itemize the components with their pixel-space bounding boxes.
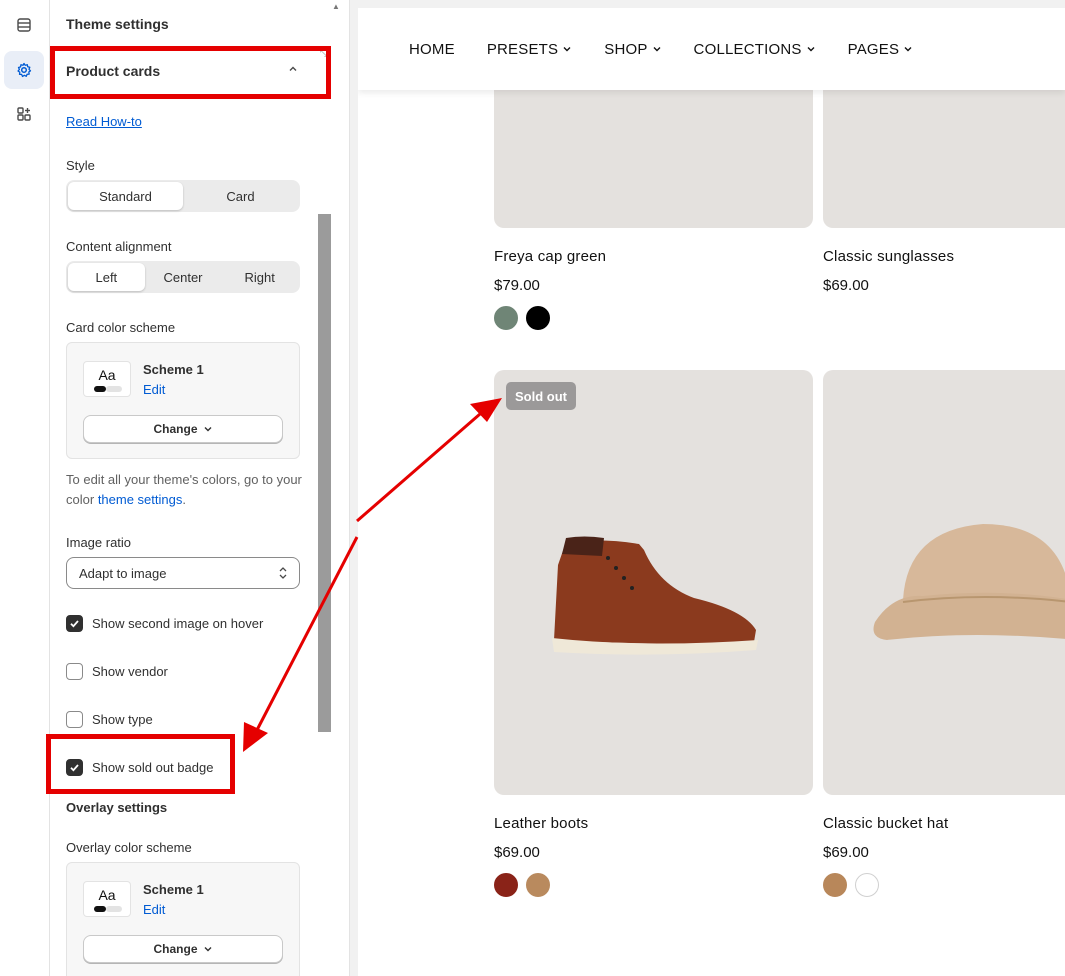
nav-pages[interactable]: PAGES xyxy=(848,41,914,58)
checkbox-show-type-label[interactable]: Show type xyxy=(92,712,153,727)
product-image-bucket-hat[interactable] xyxy=(823,370,1065,795)
overlay-scheme-preview-aa: Aa xyxy=(98,887,116,903)
color-swatch-green[interactable] xyxy=(494,306,518,330)
chevron-down-icon xyxy=(807,47,815,52)
settings-panel: Theme settings ▲ Product cards ⤡ Read Ho… xyxy=(50,0,350,976)
overlay-color-scheme-label: Overlay color scheme xyxy=(66,840,192,855)
product-name[interactable]: Classic sunglasses xyxy=(823,248,954,265)
alignment-option-right[interactable]: Right xyxy=(221,263,298,291)
scheme-edit-link[interactable]: Edit xyxy=(143,382,165,397)
nav-presets[interactable]: PRESETS xyxy=(487,41,572,58)
select-updown-icon xyxy=(279,567,287,579)
chevron-down-icon xyxy=(204,427,211,432)
panel-scrollbar[interactable] xyxy=(318,214,331,732)
scheme-pill-light xyxy=(106,386,122,392)
chevron-down-icon xyxy=(904,47,912,52)
chevron-down-icon xyxy=(204,947,211,952)
scheme-pill-dark xyxy=(94,386,106,392)
boot-image-icon xyxy=(552,536,758,655)
overlay-change-scheme-button[interactable]: Change xyxy=(83,935,283,963)
alignment-segmented-control: Left Center Right xyxy=(66,261,300,293)
overlay-settings-title: Overlay settings xyxy=(66,800,168,815)
alignment-option-center[interactable]: Center xyxy=(145,263,222,291)
product-price: $79.00 xyxy=(494,277,540,294)
chevron-down-icon xyxy=(653,47,661,52)
scheme-preview-swatch: Aa xyxy=(83,361,131,397)
nav-pages-label: PAGES xyxy=(847,40,900,58)
storefront-preview: Freya cap green $79.00 Classic sunglasse… xyxy=(358,8,1065,976)
change-button-label: Change xyxy=(153,422,198,436)
content-alignment-label: Content alignment xyxy=(66,239,172,254)
checkmark-icon xyxy=(70,620,79,628)
checkbox-second-image-label[interactable]: Show second image on hover xyxy=(92,616,263,631)
product-name[interactable]: Leather boots xyxy=(494,815,588,832)
nav-home-label: HOME xyxy=(409,40,455,58)
nav-collections-label: COLLECTIONS xyxy=(693,40,802,58)
overlay-scheme-name: Scheme 1 xyxy=(143,882,204,897)
change-scheme-button[interactable]: Change xyxy=(83,415,283,443)
overlay-scheme-pill-dark xyxy=(94,906,106,912)
card-color-scheme-box: Aa Scheme 1 Edit Change xyxy=(66,342,300,459)
icon-rail xyxy=(0,0,50,976)
card-color-scheme-label: Card color scheme xyxy=(66,320,176,335)
checkbox-second-image[interactable] xyxy=(66,615,83,632)
product-price: $69.00 xyxy=(823,844,869,861)
checkbox-show-vendor-label[interactable]: Show vendor xyxy=(92,664,168,679)
colors-note-end: . xyxy=(182,492,186,507)
image-ratio-select[interactable]: Adapt to image xyxy=(66,557,300,589)
product-name[interactable]: Classic bucket hat xyxy=(823,815,948,832)
nav-shop[interactable]: SHOP xyxy=(604,41,661,58)
panel-header: Theme settings xyxy=(66,16,169,32)
checkbox-show-type[interactable] xyxy=(66,711,83,728)
hat-image-icon xyxy=(873,524,1065,640)
scroll-up-arrow-icon[interactable]: ▲ xyxy=(332,2,340,11)
color-swatch-camel[interactable] xyxy=(823,873,847,897)
annotation-box-product-cards xyxy=(50,46,331,99)
scheme-name: Scheme 1 xyxy=(143,362,204,377)
overlay-change-button-label: Change xyxy=(153,942,198,956)
product-price: $69.00 xyxy=(494,844,540,861)
read-howto-link[interactable]: Read How-to xyxy=(66,114,142,129)
apps-icon[interactable] xyxy=(4,95,44,133)
annotation-box-sold-out-setting xyxy=(46,734,235,794)
product-name[interactable]: Freya cap green xyxy=(494,248,606,265)
nav-shop-label: SHOP xyxy=(604,40,648,58)
color-swatch-tan[interactable] xyxy=(526,873,550,897)
color-swatch-red-brown[interactable] xyxy=(494,873,518,897)
style-label: Style xyxy=(66,158,95,173)
overlay-scheme-pill-light xyxy=(106,906,122,912)
chevron-down-icon xyxy=(563,47,571,52)
image-ratio-label: Image ratio xyxy=(66,535,132,550)
theme-settings-gear-icon[interactable] xyxy=(4,51,44,89)
scheme-preview-aa: Aa xyxy=(98,367,116,383)
sold-out-badge: Sold out xyxy=(506,382,576,410)
overlay-scheme-preview-swatch: Aa xyxy=(83,881,131,917)
theme-settings-link[interactable]: theme settings xyxy=(98,492,183,507)
overlay-color-scheme-box: Aa Scheme 1 Edit Change xyxy=(66,862,300,976)
alignment-option-left[interactable]: Left xyxy=(68,263,145,291)
color-swatch-white[interactable] xyxy=(855,873,879,897)
style-option-card[interactable]: Card xyxy=(183,182,298,210)
store-nav: HOME PRESETS SHOP COLLECTIONS PAGES xyxy=(358,8,1065,90)
colors-note: To edit all your theme's colors, go to y… xyxy=(66,470,306,510)
style-option-standard[interactable]: Standard xyxy=(68,182,183,210)
image-ratio-value: Adapt to image xyxy=(79,566,167,581)
nav-home[interactable]: HOME xyxy=(409,41,455,58)
checkbox-show-vendor[interactable] xyxy=(66,663,83,680)
sections-icon[interactable] xyxy=(4,6,44,44)
product-price: $69.00 xyxy=(823,277,869,294)
nav-collections[interactable]: COLLECTIONS xyxy=(694,41,816,58)
color-swatch-black[interactable] xyxy=(526,306,550,330)
style-segmented-control: Standard Card xyxy=(66,180,300,212)
product-image-leather-boots[interactable]: Sold out xyxy=(494,370,813,795)
nav-presets-label: PRESETS xyxy=(486,40,559,58)
overlay-scheme-edit-link[interactable]: Edit xyxy=(143,902,165,917)
